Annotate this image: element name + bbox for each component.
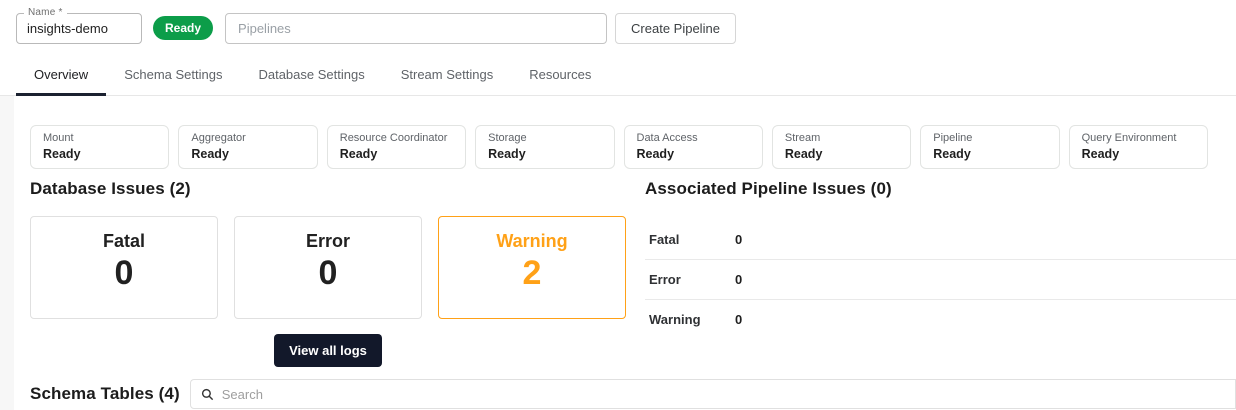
issue-card-count: 0 (235, 253, 421, 294)
content-panel: Mount Ready Aggregator Ready Resource Co… (14, 96, 1236, 410)
database-issue-cards: Fatal 0 Error 0 Warning 2 (30, 216, 626, 319)
pipeline-issues-heading: Associated Pipeline Issues (0) (645, 179, 1236, 199)
service-status: Ready (1082, 147, 1195, 161)
tab-database-settings[interactable]: Database Settings (240, 56, 382, 96)
warning-issues-card[interactable]: Warning 2 (438, 216, 626, 319)
issue-row-count: 0 (735, 312, 742, 327)
issue-row-label: Warning (649, 312, 735, 327)
pipeline-issues-section: Associated Pipeline Issues (0) Fatal 0 E… (645, 179, 1236, 367)
issue-row-count: 0 (735, 232, 742, 247)
page-body: Mount Ready Aggregator Ready Resource Co… (0, 96, 1236, 410)
pipeline-issue-row-error: Error 0 (645, 259, 1236, 299)
service-status: Ready (785, 147, 898, 161)
service-name: Storage (488, 132, 601, 144)
search-icon (201, 388, 214, 401)
tab-overview[interactable]: Overview (16, 56, 106, 96)
tab-bar: Overview Schema Settings Database Settin… (0, 56, 1236, 96)
database-issues-heading: Database Issues (2) (30, 179, 645, 199)
service-status: Ready (43, 147, 156, 161)
service-card-aggregator: Aggregator Ready (178, 125, 317, 169)
service-status: Ready (340, 147, 453, 161)
service-name: Stream (785, 132, 898, 144)
tab-resources[interactable]: Resources (511, 56, 609, 96)
pipeline-issue-row-fatal: Fatal 0 (645, 219, 1236, 259)
schema-tables-heading: Schema Tables (4) (30, 384, 180, 404)
error-issues-card[interactable]: Error 0 (234, 216, 422, 319)
pipeline-issue-rows: Fatal 0 Error 0 Warning 0 (645, 219, 1236, 339)
service-card-data-access: Data Access Ready (624, 125, 763, 169)
service-status: Ready (637, 147, 750, 161)
service-status: Ready (488, 147, 601, 161)
service-card-pipeline: Pipeline Ready (920, 125, 1059, 169)
issue-card-count: 2 (439, 253, 625, 294)
service-card-storage: Storage Ready (475, 125, 614, 169)
name-field-label: Name * (24, 7, 67, 18)
name-field[interactable]: Name * (16, 13, 142, 44)
service-card-query-environment: Query Environment Ready (1069, 125, 1208, 169)
service-name: Pipeline (933, 132, 1046, 144)
name-input[interactable] (17, 14, 141, 43)
service-status-row: Mount Ready Aggregator Ready Resource Co… (30, 125, 1208, 169)
service-status: Ready (191, 147, 304, 161)
service-name: Aggregator (191, 132, 304, 144)
top-bar: Name * Ready Create Pipeline (0, 0, 1236, 56)
status-badge: Ready (153, 16, 213, 40)
pipeline-issue-row-warning: Warning 0 (645, 299, 1236, 339)
view-all-logs-button[interactable]: View all logs (274, 334, 382, 367)
issue-card-count: 0 (31, 253, 217, 294)
issue-card-label: Fatal (31, 231, 217, 252)
issue-card-label: Warning (439, 231, 625, 252)
issue-row-label: Error (649, 272, 735, 287)
service-card-mount: Mount Ready (30, 125, 169, 169)
service-card-stream: Stream Ready (772, 125, 911, 169)
database-issues-section: Database Issues (2) Fatal 0 Error 0 Warn… (30, 179, 645, 367)
issue-row-count: 0 (735, 272, 742, 287)
service-name: Query Environment (1082, 132, 1195, 144)
search-input[interactable] (222, 387, 1235, 402)
schema-search-box[interactable] (190, 379, 1236, 409)
service-name: Resource Coordinator (340, 132, 453, 144)
service-name: Mount (43, 132, 156, 144)
tab-stream-settings[interactable]: Stream Settings (383, 56, 512, 96)
service-card-resource-coordinator: Resource Coordinator Ready (327, 125, 466, 169)
tab-schema-settings[interactable]: Schema Settings (106, 56, 240, 96)
create-pipeline-button[interactable]: Create Pipeline (615, 13, 736, 44)
issue-row-label: Fatal (649, 232, 735, 247)
service-status: Ready (933, 147, 1046, 161)
left-gutter (0, 96, 14, 410)
schema-tables-section: Schema Tables (4) (30, 379, 1236, 409)
pipelines-input[interactable] (225, 13, 607, 44)
service-name: Data Access (637, 132, 750, 144)
issue-card-label: Error (235, 231, 421, 252)
fatal-issues-card[interactable]: Fatal 0 (30, 216, 218, 319)
